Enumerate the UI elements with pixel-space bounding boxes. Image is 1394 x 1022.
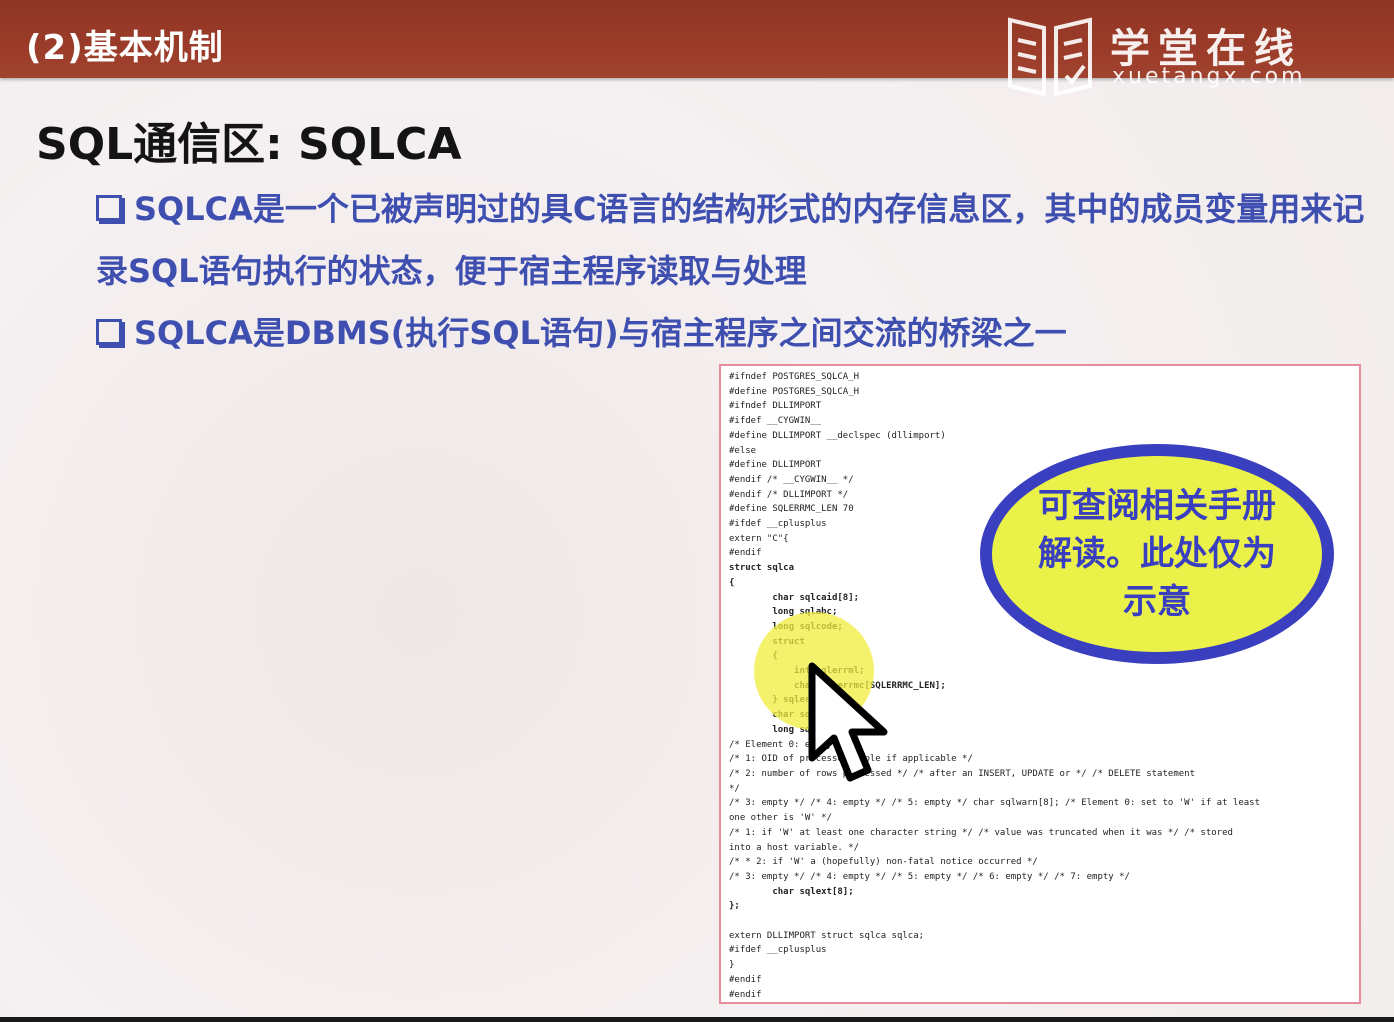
code-line: #ifndef POSTGRES_SQLCA_H (729, 372, 860, 382)
site-logo[interactable]: 学堂在线 xuetangx.com (1004, 10, 1394, 100)
bullet-box-icon (96, 195, 122, 221)
code-line: #ifdef __cplusplus (729, 945, 827, 956)
code-line: /* * 2: if 'W' a (hopefully) non-fatal n… (729, 857, 1038, 868)
bullet-box-icon (96, 319, 122, 345)
code-line: }; (729, 901, 740, 912)
code-line: into a host variable. */ (729, 842, 860, 853)
slide: (2)基本机制 学堂在线 xuetangx.com SQL通信区: SQLCA … (0, 0, 1394, 1022)
bullet-item-1: SQLCA是一个已被声明过的具C语言的结构形式的内存信息区，其中的成员变量用来记… (96, 178, 1366, 302)
code-line: #define POSTGRES_SQLCA_H (729, 386, 860, 397)
code-line: extern DLLIMPORT struct sqlca sqlca; (729, 930, 925, 941)
code-line: #define DLLIMPORT __declspec (dllimport) (729, 430, 946, 441)
bullet-text-1: SQLCA是一个已被声明过的具C语言的结构形式的内存信息区，其中的成员变量用来记… (96, 190, 1365, 290)
code-line: char sqlext[8]; (729, 886, 854, 897)
logo-english-text: xuetangx.com (1112, 64, 1306, 89)
callout-bubble: 可查阅相关手册解读。此处仅为示意 (980, 444, 1334, 664)
code-line: /* 3: empty */ /* 4: empty */ /* 5: empt… (729, 871, 1130, 882)
code-line: } (729, 960, 735, 971)
code-line: /* 3: empty */ /* 4: empty */ /* 5: empt… (729, 798, 1261, 809)
section-subtitle: (2)基本机制 (26, 28, 224, 68)
code-line: #else (729, 445, 757, 456)
slide-title: SQL通信区: SQLCA (36, 119, 462, 170)
header-bar: (2)基本机制 学堂在线 xuetangx.com (0, 0, 1394, 97)
code-line: one other is 'W' */ (729, 813, 832, 824)
code-line: /* 1: if 'W' at least one character stri… (729, 827, 1233, 838)
callout-text: 可查阅相关手册解读。此处仅为示意 (1038, 486, 1276, 622)
book-logo-icon (1008, 17, 1092, 97)
bullet-item-2: SQLCA是DBMS(执行SQL语句)与宿主程序之间交流的桥梁之一 (96, 302, 1366, 364)
code-line: #endif (729, 974, 762, 985)
code-line: #endif (729, 989, 762, 1000)
bottom-bar (0, 1017, 1394, 1022)
code-line: #ifndef DLLIMPORT (729, 401, 822, 412)
code-line: #ifdef __CYGWIN__ (729, 416, 822, 427)
mouse-pointer-icon (808, 662, 888, 782)
bullet-text-2: SQLCA是DBMS(执行SQL语句)与宿主程序之间交流的桥梁之一 (134, 314, 1067, 352)
